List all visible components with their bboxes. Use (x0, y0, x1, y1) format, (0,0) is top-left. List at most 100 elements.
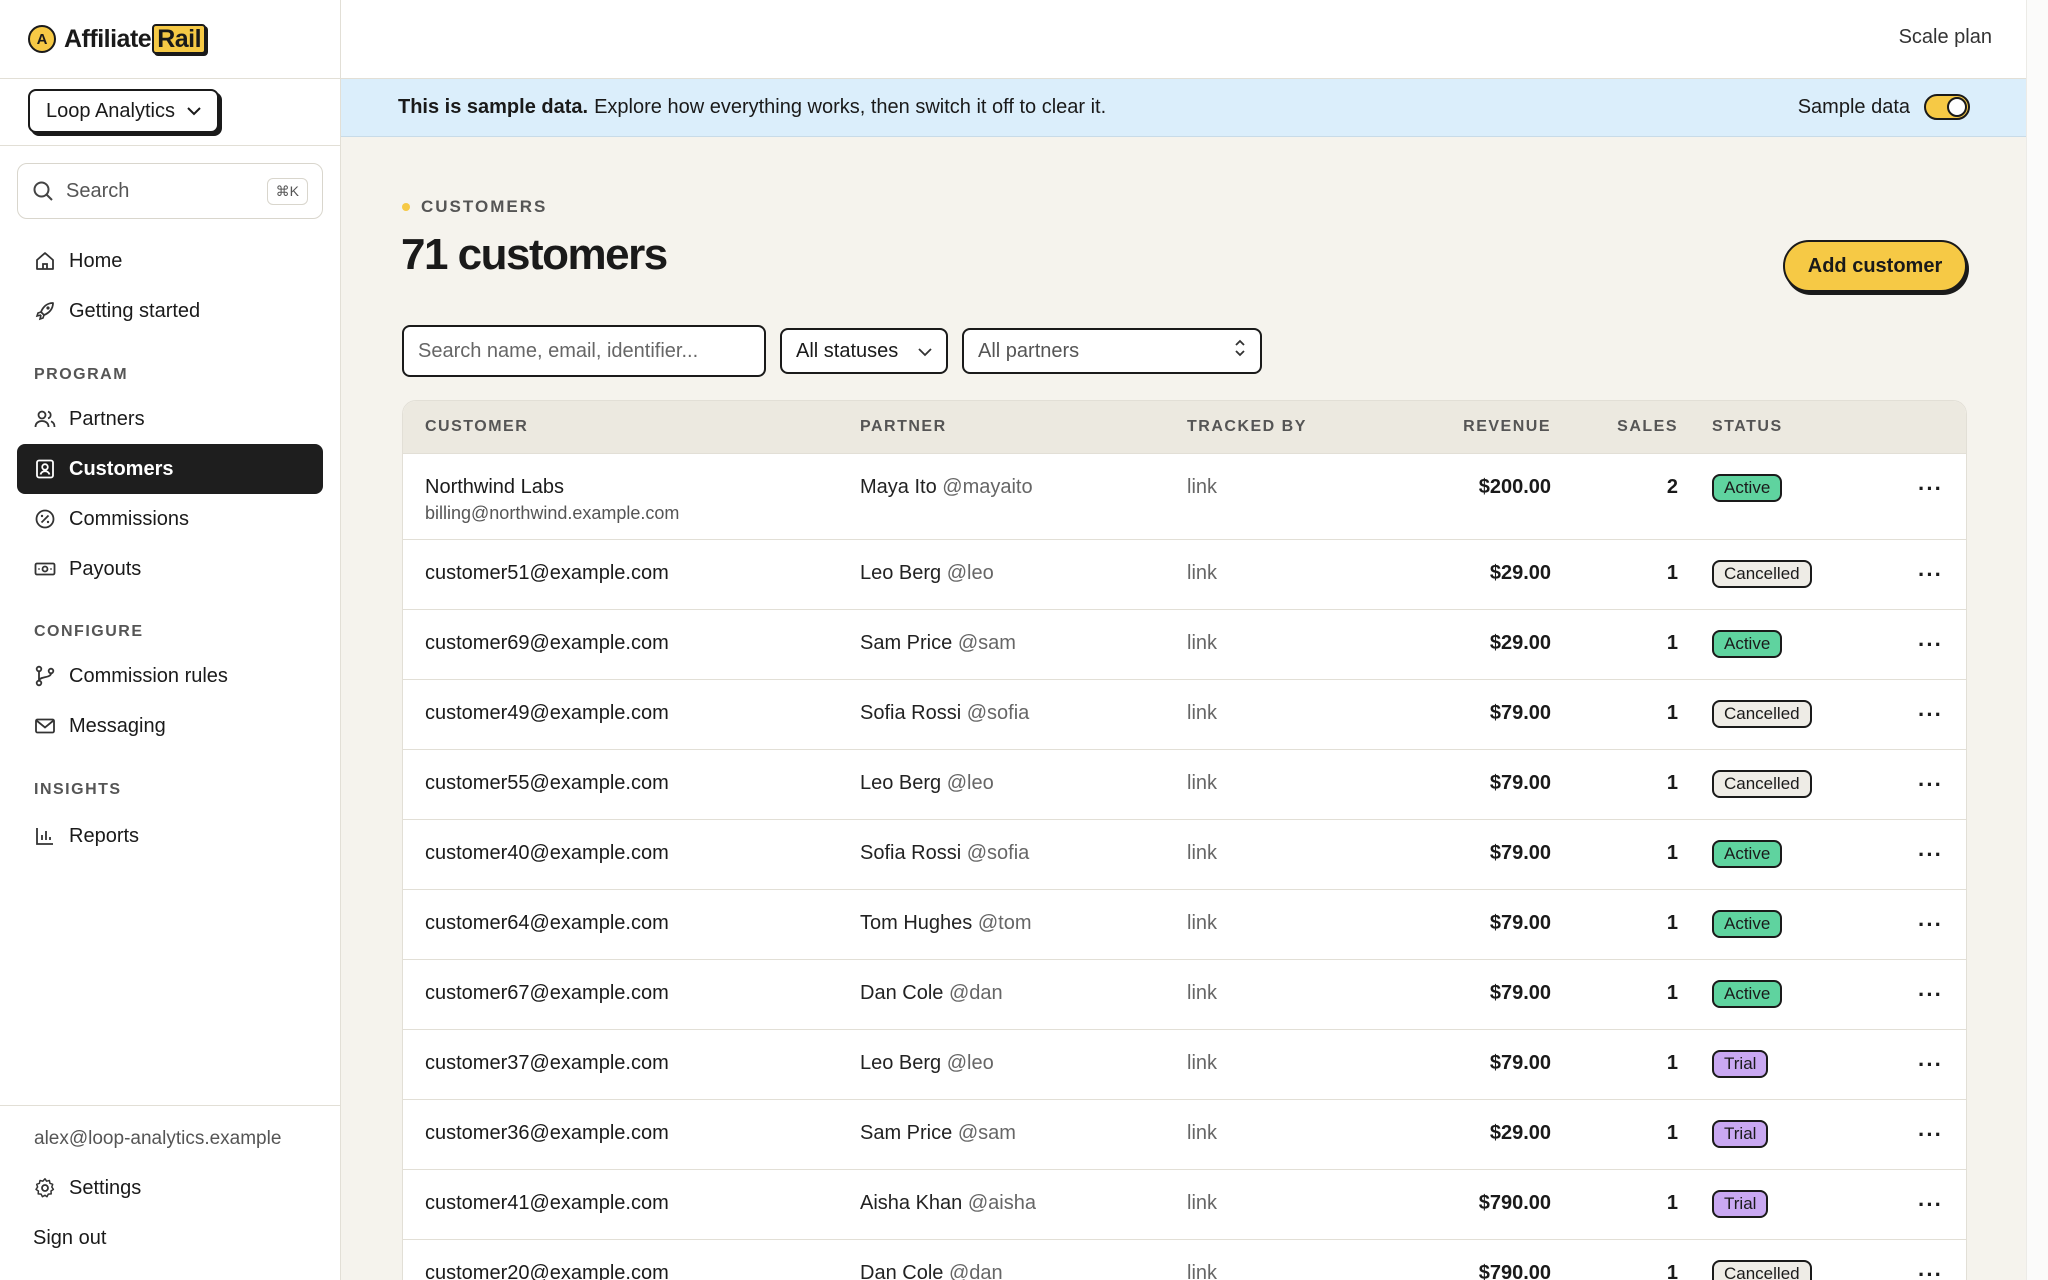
sample-data-toggle[interactable] (1924, 94, 1970, 120)
sidebar-item-label: Settings (69, 1176, 142, 1199)
table-header-row: CUSTOMER PARTNER TRACKED BY REVENUE SALE… (403, 401, 1966, 454)
partner-cell[interactable]: Sofia Rossi @sofia (860, 702, 1029, 725)
tracked-by-cell: link (1187, 1262, 1218, 1280)
row-more-icon[interactable]: ··· (1918, 1052, 1943, 1078)
sales-cell: 1 (1666, 562, 1678, 584)
row-more-icon[interactable]: ··· (1918, 632, 1943, 658)
banknote-icon (33, 557, 57, 581)
partner-cell[interactable]: Leo Berg @leo (860, 1052, 994, 1075)
partner-cell[interactable]: Leo Berg @leo (860, 562, 994, 585)
row-more-icon[interactable]: ··· (1918, 562, 1943, 588)
org-switcher-row: Loop Analytics (0, 79, 340, 146)
customer-name[interactable]: customer49@example.com (425, 702, 669, 725)
revenue-cell: $79.00 (1489, 1052, 1551, 1074)
table-row[interactable]: customer20@example.com Dan Cole @dan link $… (403, 1240, 1966, 1280)
brand-mark-icon: A (28, 25, 56, 53)
customer-name[interactable]: customer55@example.com (425, 772, 669, 795)
partner-cell[interactable]: Aisha Khan @aisha (860, 1192, 1036, 1215)
sidebar-item-home[interactable]: Home (17, 236, 323, 286)
customer-name[interactable]: customer20@example.com (425, 1262, 669, 1280)
status-filter-select[interactable]: All statuses (780, 328, 948, 374)
column-header-revenue[interactable]: REVENUE (1463, 418, 1551, 436)
table-row[interactable]: customer36@example.com Sam Price @sam link… (403, 1100, 1966, 1170)
table-row[interactable]: customer40@example.com Sofia Rossi @sofia… (403, 820, 1966, 890)
partner-name: Sofia Rossi (860, 702, 962, 724)
customer-name[interactable]: customer64@example.com (425, 912, 669, 935)
table-row[interactable]: customer41@example.com Aisha Khan @aisha l… (403, 1170, 1966, 1240)
partner-cell[interactable]: Maya Ito @mayaito (860, 476, 1033, 499)
page-scrollbar[interactable] (2026, 0, 2048, 1280)
customers-table: CUSTOMER PARTNER TRACKED BY REVENUE SALE… (402, 400, 1967, 1280)
partner-cell[interactable]: Sam Price @sam (860, 1122, 1016, 1145)
customer-email: billing@northwind.example.com (425, 503, 680, 523)
partner-cell[interactable]: Leo Berg @leo (860, 772, 994, 795)
customer-name[interactable]: customer67@example.com (425, 982, 669, 1005)
tracked-by-cell: link (1187, 982, 1218, 1004)
partner-cell[interactable]: Sofia Rossi @sofia (860, 842, 1029, 865)
sample-data-banner: This is sample data. Explore how everyth… (341, 79, 2026, 137)
customer-name[interactable]: customer40@example.com (425, 842, 669, 865)
tracked-by-cell: link (1187, 632, 1218, 654)
column-header-tracked-by[interactable]: TRACKED BY (1187, 418, 1307, 436)
partner-handle: @mayaito (942, 476, 1033, 498)
partner-name: Tom Hughes (860, 912, 973, 934)
add-customer-button[interactable]: Add customer (1783, 240, 1967, 292)
row-more-icon[interactable]: ··· (1918, 476, 1943, 502)
partner-cell[interactable]: Tom Hughes @tom (860, 912, 1032, 935)
customer-name[interactable]: Northwind Labs (425, 476, 564, 499)
partner-cell[interactable]: Sam Price @sam (860, 632, 1016, 655)
table-row[interactable]: customer51@example.com Leo Berg @leo link $… (403, 540, 1966, 610)
sidebar: A Affiliate Rail Loop Analytics Search ⌘… (0, 0, 341, 1280)
sidebar-item-customers[interactable]: Customers (17, 444, 323, 494)
sidebar-item-reports[interactable]: Reports (17, 811, 323, 861)
row-more-icon[interactable]: ··· (1918, 772, 1943, 798)
customer-name[interactable]: customer36@example.com (425, 1122, 669, 1145)
customer-search-input[interactable] (402, 325, 766, 377)
sign-out-link[interactable]: Sign out (17, 1213, 323, 1263)
sidebar-item-partners[interactable]: Partners (17, 394, 323, 444)
sidebar-item-messaging[interactable]: Messaging (17, 701, 323, 751)
brand-logo[interactable]: A Affiliate Rail (0, 0, 340, 79)
partner-filter-select[interactable]: All partners (962, 328, 1262, 374)
partner-handle: @leo (946, 1052, 994, 1074)
row-more-icon[interactable]: ··· (1918, 842, 1943, 868)
table-row[interactable]: customer69@example.com Sam Price @sam link… (403, 610, 1966, 680)
sidebar-item-commission-rules[interactable]: Commission rules (17, 651, 323, 701)
customer-name[interactable]: customer51@example.com (425, 562, 669, 585)
row-more-icon[interactable]: ··· (1918, 1262, 1943, 1280)
row-more-icon[interactable]: ··· (1918, 702, 1943, 728)
customer-name[interactable]: customer69@example.com (425, 632, 669, 655)
table-row[interactable]: Northwind Labs billing@northwind.example.… (403, 454, 1966, 540)
topbar: Scale plan (341, 0, 2026, 79)
revenue-cell: $790.00 (1478, 1262, 1551, 1280)
table-row[interactable]: customer64@example.com Tom Hughes @tom lin… (403, 890, 1966, 960)
column-header-sales[interactable]: SALES (1617, 418, 1678, 436)
sidebar-item-commissions[interactable]: Commissions (17, 494, 323, 544)
customer-name[interactable]: customer41@example.com (425, 1192, 669, 1215)
status-badge: Active (1712, 910, 1783, 938)
column-header-status[interactable]: STATUS (1712, 418, 1783, 436)
partner-cell[interactable]: Dan Cole @dan (860, 1262, 1003, 1280)
row-more-icon[interactable]: ··· (1918, 1122, 1943, 1148)
sidebar-search-button[interactable]: Search ⌘K (17, 163, 323, 219)
chevron-down-icon (187, 104, 201, 119)
table-row[interactable]: customer67@example.com Dan Cole @dan link $… (403, 960, 1966, 1030)
sidebar-item-settings[interactable]: Settings (17, 1163, 323, 1213)
partner-handle: @aisha (967, 1192, 1036, 1214)
row-more-icon[interactable]: ··· (1918, 982, 1943, 1008)
column-header-customer[interactable]: CUSTOMER (425, 418, 528, 436)
table-row[interactable]: customer37@example.com Leo Berg @leo link $… (403, 1030, 1966, 1100)
row-more-icon[interactable]: ··· (1918, 1192, 1943, 1218)
customer-name[interactable]: customer37@example.com (425, 1052, 669, 1075)
plan-label[interactable]: Scale plan (1899, 26, 1992, 49)
column-header-partner[interactable]: PARTNER (860, 418, 947, 436)
sidebar-item-getting-started[interactable]: Getting started (17, 286, 323, 336)
table-row[interactable]: customer49@example.com Sofia Rossi @sofia… (403, 680, 1966, 750)
org-switcher-button[interactable]: Loop Analytics (28, 89, 219, 133)
row-more-icon[interactable]: ··· (1918, 912, 1943, 938)
partner-handle: @sofia (966, 842, 1030, 864)
sidebar-item-payouts[interactable]: Payouts (17, 544, 323, 594)
revenue-cell: $200.00 (1478, 476, 1551, 498)
table-row[interactable]: customer55@example.com Leo Berg @leo link $… (403, 750, 1966, 820)
partner-cell[interactable]: Dan Cole @dan (860, 982, 1003, 1005)
